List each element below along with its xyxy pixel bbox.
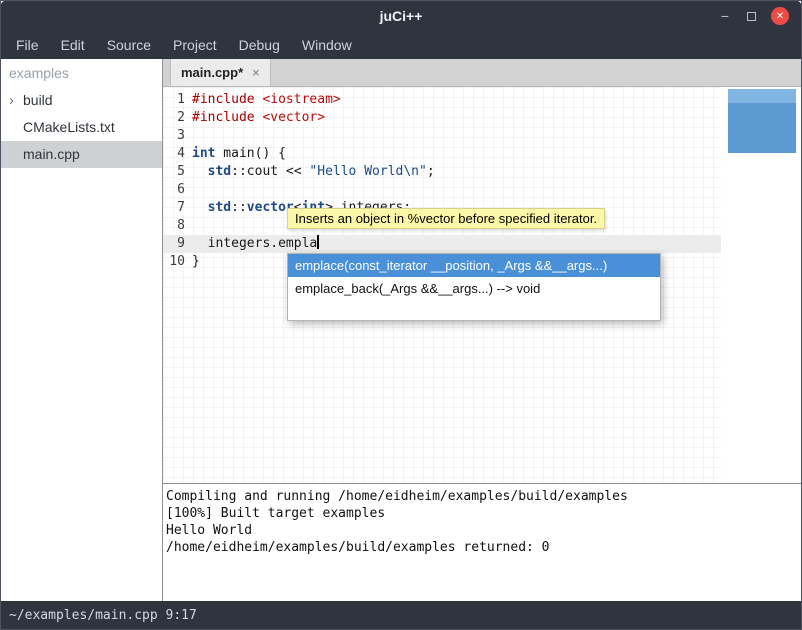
status-bar: ~/examples/main.cpp 9:17 — [1, 601, 801, 629]
menu-bar: FileEditSourceProjectDebugWindow — [1, 31, 801, 59]
terminal-output: Compiling and running /home/eidheim/exam… — [163, 483, 801, 603]
project-name: examples — [1, 59, 162, 87]
code-segment: integers.empla — [192, 236, 317, 251]
code-segment: "Hello World\n" — [309, 164, 426, 179]
close-icon[interactable]: ✕ — [771, 7, 789, 25]
line-number: 7 — [163, 199, 185, 217]
window-controls: − ✕ — [718, 7, 801, 25]
code-segment: :: — [231, 200, 247, 215]
menu-item-project[interactable]: Project — [162, 31, 228, 59]
code-segment: #include — [192, 110, 255, 125]
tab-main-cpp[interactable]: main.cpp* × — [170, 59, 271, 86]
code-text: } — [192, 254, 200, 269]
code-segment: ; — [427, 164, 435, 179]
code-line[interactable]: 6 — [163, 181, 721, 199]
completion-popup: emplace(const_iterator __position, _Args… — [287, 253, 661, 321]
line-number: 2 — [163, 109, 185, 127]
code-segment: main() { — [215, 146, 285, 161]
tree-item-main-cpp[interactable]: main.cpp — [1, 141, 162, 168]
line-number: 9 — [163, 235, 185, 253]
line-number: 10 — [163, 253, 185, 271]
completion-item[interactable]: emplace(const_iterator __position, _Args… — [288, 254, 660, 277]
editor-column: main.cpp* × 1 #include <iostream> 2 #includ… — [163, 59, 801, 601]
code-segment: #include — [192, 92, 255, 107]
text-cursor — [317, 235, 319, 249]
menu-item-edit[interactable]: Edit — [50, 31, 96, 59]
file-explorer: examples ›build CMakeLists.txt main.cpp — [1, 59, 163, 601]
tree-item-label: main.cpp — [23, 146, 80, 162]
code-text: #include <iostream> — [192, 92, 341, 107]
terminal-line: [100%] Built target examples — [166, 505, 798, 522]
file-tree: ›build CMakeLists.txt main.cpp — [1, 87, 162, 168]
expander-icon[interactable]: › — [9, 87, 23, 114]
line-number: 6 — [163, 181, 185, 199]
code-segment — [192, 200, 208, 215]
code-line[interactable]: 9 integers.empla — [163, 235, 721, 253]
line-number: 1 — [163, 91, 185, 109]
tab-label: main.cpp* — [181, 65, 243, 80]
doc-tooltip: Inserts an object in %vector before spec… — [287, 208, 605, 229]
code-editor[interactable]: 1 #include <iostream> 2 #include <vector> 34… — [163, 87, 801, 483]
scrollbar-overview-top — [728, 89, 796, 103]
code-segment: std — [208, 164, 231, 179]
tree-item-cmakelists-txt[interactable]: CMakeLists.txt — [1, 114, 162, 141]
title-bar[interactable]: juCi++ − ✕ — [1, 1, 801, 31]
code-segment: ::cout << — [231, 164, 309, 179]
code-segment — [192, 164, 208, 179]
menu-item-file[interactable]: File — [5, 31, 50, 59]
code-text: std::cout << "Hello World\n"; — [192, 164, 435, 179]
line-number: 8 — [163, 217, 185, 235]
code-segment: std — [208, 200, 231, 215]
menu-item-source[interactable]: Source — [96, 31, 162, 59]
terminal-line: Hello World — [166, 522, 798, 539]
scrollbar-overview-thumb — [728, 103, 796, 153]
code-line[interactable]: 1 #include <iostream> — [163, 91, 721, 109]
app-window: juCi++ − ✕ FileEditSourceProjectDebugWin… — [0, 0, 802, 630]
line-number: 3 — [163, 127, 185, 145]
maximize-icon[interactable] — [747, 12, 756, 21]
terminal-line: Compiling and running /home/eidheim/exam… — [166, 488, 798, 505]
terminal-line: /home/eidheim/examples/build/examples re… — [166, 539, 798, 556]
code-line[interactable]: 2 #include <vector> — [163, 109, 721, 127]
tree-item-label: build — [23, 92, 53, 108]
status-file-position: ~/examples/main.cpp 9:17 — [9, 608, 197, 623]
scrollbar-overview[interactable] — [728, 89, 796, 153]
completion-item[interactable]: emplace_back(_Args &&__args...) --> void — [288, 277, 660, 300]
tab-close-icon[interactable]: × — [252, 65, 260, 80]
code-line[interactable]: 5 std::cout << "Hello World\n"; — [163, 163, 721, 181]
line-number: 5 — [163, 163, 185, 181]
code-line[interactable]: 4 int main() { — [163, 145, 721, 163]
code-text: int main() { — [192, 146, 286, 161]
code-segment: <vector> — [262, 110, 325, 125]
code-text: integers.empla — [192, 236, 319, 251]
menu-item-debug[interactable]: Debug — [228, 31, 291, 59]
code-segment: <iostream> — [262, 92, 340, 107]
main-content: examples ›build CMakeLists.txt main.cpp ma… — [1, 59, 801, 601]
code-text: #include <vector> — [192, 110, 325, 125]
tree-item-build[interactable]: ›build — [1, 87, 162, 114]
code-line[interactable]: 3 — [163, 127, 721, 145]
tab-bar: main.cpp* × — [163, 59, 801, 87]
minimize-icon[interactable]: − — [718, 9, 732, 23]
line-number: 4 — [163, 145, 185, 163]
code-segment: } — [192, 254, 200, 269]
menu-item-window[interactable]: Window — [291, 31, 363, 59]
tree-item-label: CMakeLists.txt — [23, 119, 115, 135]
code-segment: int — [192, 146, 215, 161]
window-title: juCi++ — [1, 8, 801, 24]
